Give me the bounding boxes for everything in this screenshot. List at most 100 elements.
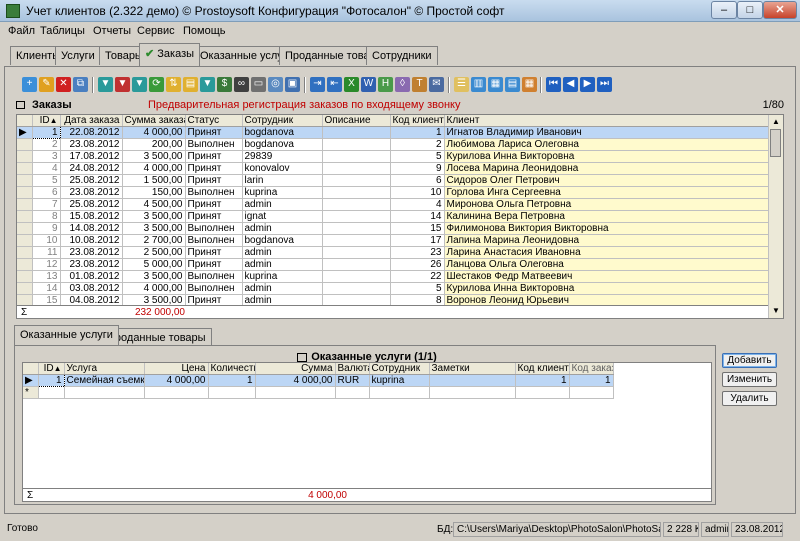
cell-status[interactable]: Принят xyxy=(185,258,243,271)
column-header-status[interactable]: Статус xyxy=(185,115,243,127)
table-row[interactable]: 13 01.08.2012 3 500,00 Выполнен kuprina 22 Шес… xyxy=(17,270,771,283)
cell-order-date[interactable]: 25.08.2012 xyxy=(60,174,123,187)
column-header-client-code[interactable]: Код клиента xyxy=(515,363,570,375)
column-header-employee[interactable]: Сотрудник xyxy=(242,115,323,127)
cell-client-code[interactable]: 5 xyxy=(390,150,445,163)
cell-empty[interactable] xyxy=(38,386,65,399)
cell-client-code[interactable]: 4 xyxy=(390,198,445,211)
cell-order-date[interactable]: 23.08.2012 xyxy=(60,246,123,259)
cell-employee[interactable]: ignat xyxy=(242,210,323,223)
cell-description[interactable] xyxy=(322,150,391,163)
cell-client[interactable]: Лосева Марина Леонидовна xyxy=(444,162,771,175)
refresh-icon[interactable]: ⟳ xyxy=(149,77,164,92)
table-row[interactable]: 10 10.08.2012 2 700,00 Выполнен bogdanova 17 Л… xyxy=(17,234,771,247)
cell-id[interactable]: 9 xyxy=(32,222,61,235)
cell-client-code[interactable]: 9 xyxy=(390,162,445,175)
tab-employees[interactable]: Сотрудники xyxy=(366,46,438,65)
table-icon[interactable]: ▦ xyxy=(488,77,503,92)
grid-icon[interactable]: ▤ xyxy=(505,77,520,92)
cell-description[interactable] xyxy=(322,210,391,223)
cell-sum[interactable]: 4 000,00 xyxy=(255,374,336,387)
cell-client[interactable]: Лапина Марина Леонидовна xyxy=(444,234,771,247)
html-icon[interactable]: H xyxy=(378,77,393,92)
cell-client[interactable]: Ланцова Ольга Олеговна xyxy=(444,258,771,271)
cell-employee[interactable]: admin xyxy=(242,198,323,211)
cell-order-sum[interactable]: 3 500,00 xyxy=(122,270,186,283)
cell-description[interactable] xyxy=(322,270,391,283)
cell-description[interactable] xyxy=(322,174,391,187)
page-setup-icon[interactable]: ▣ xyxy=(285,77,300,92)
next-record-icon[interactable]: ▶ xyxy=(580,77,595,92)
cell-client[interactable]: Шестаков Федр Матвеевич xyxy=(444,270,771,283)
column-header-price[interactable]: Цена xyxy=(144,363,209,375)
add-button[interactable]: Добавить xyxy=(722,353,777,368)
cell-status[interactable]: Выполнен xyxy=(185,222,243,235)
cell-status[interactable]: Выполнен xyxy=(185,138,243,151)
cell-status[interactable]: Выполнен xyxy=(185,282,243,295)
cell-description[interactable] xyxy=(322,126,391,139)
cell-empty[interactable] xyxy=(369,386,430,399)
cell-status[interactable]: Принят xyxy=(185,246,243,259)
cell-service[interactable]: Семейная съемка xyxy=(64,374,145,387)
cell-order-date[interactable]: 24.08.2012 xyxy=(60,162,123,175)
last-record-icon[interactable]: ⏭ xyxy=(597,77,612,92)
cell-order-date[interactable]: 25.08.2012 xyxy=(60,198,123,211)
cell-employee[interactable]: kuprina xyxy=(369,374,430,387)
orders-grid[interactable]: ID▲ Дата заказа Сумма заказа Статус Сотр… xyxy=(16,114,784,319)
cell-id[interactable]: 2 xyxy=(32,138,61,151)
column-header-service[interactable]: Услуга xyxy=(64,363,145,375)
table-row[interactable]: 5 25.08.2012 1 500,00 Принят larin 6 Сидоров О… xyxy=(17,174,771,187)
column-header-sum[interactable]: Сумма xyxy=(255,363,336,375)
cell-description[interactable] xyxy=(322,186,391,199)
text-export-icon[interactable]: T xyxy=(412,77,427,92)
cell-empty[interactable] xyxy=(569,386,614,399)
cell-order-sum[interactable]: 2 500,00 xyxy=(122,246,186,259)
first-record-icon[interactable]: ⏮ xyxy=(546,77,561,92)
scroll-thumb[interactable] xyxy=(770,129,781,157)
cell-price[interactable]: 4 000,00 xyxy=(144,374,209,387)
menu-service[interactable]: Сервис xyxy=(137,25,175,37)
import-icon[interactable]: ⇤ xyxy=(327,77,342,92)
menu-reports[interactable]: Отчеты xyxy=(93,25,131,37)
cell-order-date[interactable]: 22.08.2012 xyxy=(60,126,123,139)
cell-employee[interactable]: larin xyxy=(242,174,323,187)
table-row[interactable]: 7 25.08.2012 4 500,00 Принят admin 4 Миронова … xyxy=(17,198,771,211)
menu-file[interactable]: Файл xyxy=(8,25,35,37)
prev-record-icon[interactable]: ◀ xyxy=(563,77,578,92)
excel-icon[interactable]: X xyxy=(344,77,359,92)
cell-status[interactable]: Принят xyxy=(185,210,243,223)
table-row[interactable]: 11 23.08.2012 2 500,00 Принят admin 23 Ларина … xyxy=(17,246,771,259)
cell-client[interactable]: Ларина Анастасия Ивановна xyxy=(444,246,771,259)
cell-empty[interactable] xyxy=(429,386,516,399)
cell-status[interactable]: Принят xyxy=(185,174,243,187)
filter-advanced-icon[interactable]: ▼ xyxy=(132,77,147,92)
column-header-description[interactable]: Описание xyxy=(322,115,391,127)
cell-id[interactable]: 4 xyxy=(32,162,61,175)
xml-icon[interactable]: ◊ xyxy=(395,77,410,92)
cell-status[interactable]: Выполнен xyxy=(185,270,243,283)
cell-order-date[interactable]: 23.08.2012 xyxy=(60,258,123,271)
cell-id[interactable]: 3 xyxy=(32,150,61,163)
cell-employee[interactable]: bogdanova xyxy=(242,234,323,247)
cell-notes[interactable] xyxy=(429,374,516,387)
scroll-down-icon[interactable]: ▼ xyxy=(771,306,781,316)
table-row[interactable]: 4 24.08.2012 4 000,00 Принят konovalov 9 Лосев… xyxy=(17,162,771,175)
cell-client[interactable]: Филимонова Виктория Викторовна xyxy=(444,222,771,235)
cell-order-sum[interactable]: 5 000,00 xyxy=(122,258,186,271)
cell-client-code[interactable]: 10 xyxy=(390,186,445,199)
cell-client[interactable]: Калинина Вера Петровна xyxy=(444,210,771,223)
close-button[interactable]: ✕ xyxy=(763,1,797,19)
cell-client-code[interactable]: 15 xyxy=(390,222,445,235)
cell-order-sum[interactable]: 4 000,00 xyxy=(122,282,186,295)
cell-order-sum[interactable]: 3 500,00 xyxy=(122,210,186,223)
binoculars-icon[interactable]: ∞ xyxy=(234,77,249,92)
cell-employee[interactable]: admin xyxy=(242,258,323,271)
add-icon[interactable]: + xyxy=(22,77,37,92)
cell-client-code[interactable]: 1 xyxy=(390,126,445,139)
table-row[interactable]: 3 17.08.2012 3 500,00 Принят 29839 5 Курилова … xyxy=(17,150,771,163)
column-header-order-code[interactable]: Код заказа xyxy=(569,363,614,375)
cell-status[interactable]: Принят xyxy=(185,126,243,139)
cell-status[interactable]: Выполнен xyxy=(185,186,243,199)
cell-id[interactable]: 11 xyxy=(32,246,61,259)
orders-scrollbar[interactable]: ▲ ▼ xyxy=(768,115,783,318)
